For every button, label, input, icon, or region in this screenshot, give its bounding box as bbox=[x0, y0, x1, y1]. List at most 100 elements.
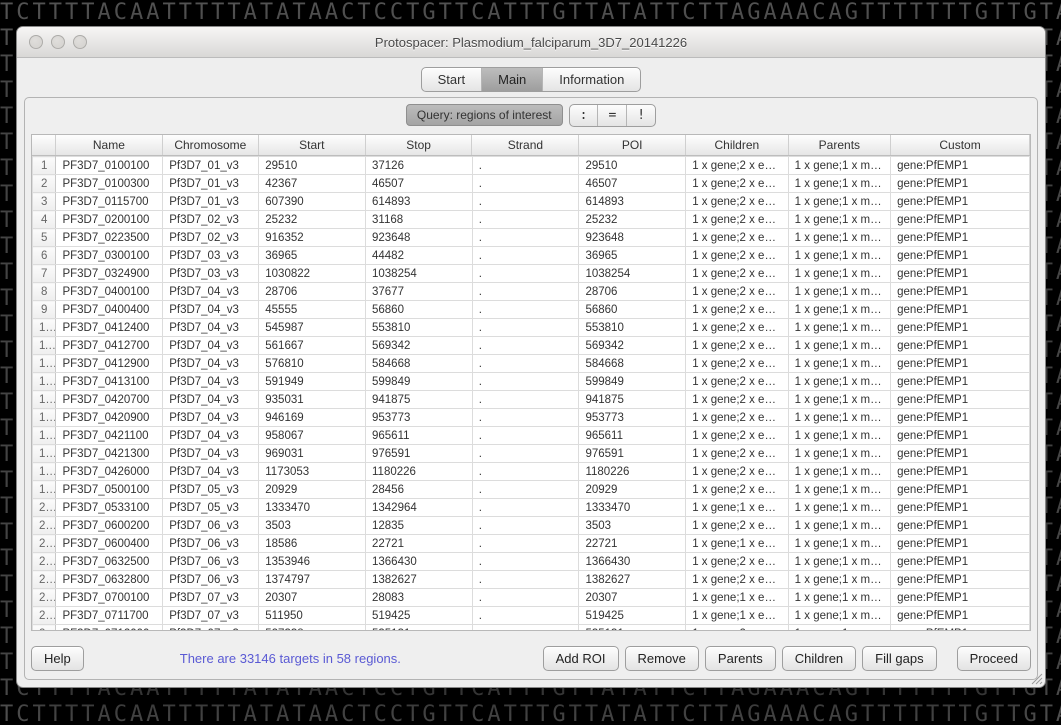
cell-children[interactable]: 1 x gene;2 x ex… bbox=[686, 157, 788, 175]
cell-poi[interactable]: 953773 bbox=[579, 409, 686, 427]
cell-poi[interactable]: 599849 bbox=[579, 373, 686, 391]
cell-chromosome[interactable]: Pf3D7_05_v3 bbox=[163, 499, 259, 517]
cell-custom[interactable]: gene:PfEMP1 bbox=[891, 337, 1030, 355]
children-button[interactable]: Children bbox=[782, 646, 856, 671]
cell-custom[interactable]: gene:PfEMP1 bbox=[891, 175, 1030, 193]
cell-stop[interactable]: 569342 bbox=[366, 337, 473, 355]
cell-chromosome[interactable]: Pf3D7_06_v3 bbox=[163, 517, 259, 535]
cell-parents[interactable]: 1 x gene;1 x mr… bbox=[788, 157, 890, 175]
cell-strand[interactable]: . bbox=[472, 175, 579, 193]
cell-chromosome[interactable]: Pf3D7_04_v3 bbox=[163, 319, 259, 337]
cell-strand[interactable]: . bbox=[472, 571, 579, 589]
col-custom[interactable]: Custom bbox=[891, 135, 1030, 156]
cell-poi[interactable]: 36965 bbox=[579, 247, 686, 265]
cell-children[interactable]: 1 x gene;2 x ex… bbox=[686, 571, 788, 589]
cell-parents[interactable]: 1 x gene;1 x mr… bbox=[788, 499, 890, 517]
cell-custom[interactable]: gene:PfEMP1 bbox=[891, 157, 1030, 175]
table-row[interactable]: 20PF3D7_0533100Pf3D7_05_v313334701342964… bbox=[33, 499, 1030, 517]
col-children[interactable]: Children bbox=[686, 135, 789, 156]
cell-custom[interactable]: gene:PfEMP1 bbox=[891, 625, 1030, 631]
cell-custom[interactable]: gene:PfEMP1 bbox=[891, 409, 1030, 427]
cell-parents[interactable]: 1 x gene;1 x mr… bbox=[788, 265, 890, 283]
proceed-button[interactable]: Proceed bbox=[957, 646, 1031, 671]
cell-stop[interactable]: 28456 bbox=[366, 481, 473, 499]
cell-stop[interactable]: 1180226 bbox=[366, 463, 473, 481]
cell-strand[interactable]: . bbox=[472, 517, 579, 535]
table-row[interactable]: 5PF3D7_0223500Pf3D7_02_v3916352923648.92… bbox=[33, 229, 1030, 247]
cell-strand[interactable]: . bbox=[472, 535, 579, 553]
cell-start[interactable]: 20929 bbox=[259, 481, 366, 499]
cell-chromosome[interactable]: Pf3D7_07_v3 bbox=[163, 589, 259, 607]
cell-start[interactable]: 969031 bbox=[259, 445, 366, 463]
cell-strand[interactable]: . bbox=[472, 427, 579, 445]
cell-start[interactable]: 958067 bbox=[259, 427, 366, 445]
cell-children[interactable]: 1 x gene;2 x ex… bbox=[686, 301, 788, 319]
col-start[interactable]: Start bbox=[258, 135, 365, 156]
table-row[interactable]: 10PF3D7_0412400Pf3D7_04_v3545987553810.5… bbox=[33, 319, 1030, 337]
cell-chromosome[interactable]: Pf3D7_05_v3 bbox=[163, 481, 259, 499]
cell-stop[interactable]: 1382627 bbox=[366, 571, 473, 589]
table-row[interactable]: 23PF3D7_0632500Pf3D7_06_v313539461366430… bbox=[33, 553, 1030, 571]
tab-start[interactable]: Start bbox=[422, 68, 481, 91]
cell-parents[interactable]: 1 x gene;1 x mr… bbox=[788, 391, 890, 409]
cell-custom[interactable]: gene:PfEMP1 bbox=[891, 589, 1030, 607]
cell-name[interactable]: PF3D7_0300100 bbox=[56, 247, 163, 265]
cell-stop[interactable]: 923648 bbox=[366, 229, 473, 247]
query-bang-button[interactable]: ! bbox=[626, 105, 655, 126]
tab-information[interactable]: Information bbox=[542, 68, 640, 91]
cell-name[interactable]: PF3D7_0711700 bbox=[56, 607, 163, 625]
cell-children[interactable]: 1 x gene;2 x ex… bbox=[686, 409, 788, 427]
table-row[interactable]: 25PF3D7_0700100Pf3D7_07_v32030728083.203… bbox=[33, 589, 1030, 607]
cell-name[interactable]: PF3D7_0400400 bbox=[56, 301, 163, 319]
tab-main[interactable]: Main bbox=[481, 68, 542, 91]
cell-start[interactable]: 45555 bbox=[259, 301, 366, 319]
cell-poi[interactable]: 25232 bbox=[579, 211, 686, 229]
cell-parents[interactable]: 1 x gene;1 x mr… bbox=[788, 373, 890, 391]
cell-stop[interactable]: 44482 bbox=[366, 247, 473, 265]
cell-custom[interactable]: gene:PfEMP1 bbox=[891, 247, 1030, 265]
cell-children[interactable]: 1 x gene;1 x ex… bbox=[686, 499, 788, 517]
col-stop[interactable]: Stop bbox=[365, 135, 472, 156]
cell-custom[interactable]: gene:PfEMP1 bbox=[891, 211, 1030, 229]
close-icon[interactable] bbox=[29, 35, 43, 49]
cell-chromosome[interactable]: Pf3D7_06_v3 bbox=[163, 535, 259, 553]
cell-poi[interactable]: 614893 bbox=[579, 193, 686, 211]
cell-strand[interactable]: . bbox=[472, 247, 579, 265]
cell-children[interactable]: 1 x gene;2 x ex… bbox=[686, 193, 788, 211]
cell-parents[interactable]: 1 x gene;1 x mr… bbox=[788, 175, 890, 193]
cell-name[interactable]: PF3D7_0712000 bbox=[56, 625, 163, 631]
cell-children[interactable]: 1 x gene;2 x ex… bbox=[686, 265, 788, 283]
table-row[interactable]: 27PF3D7_0712000Pf3D7_07_v3527338535131.5… bbox=[33, 625, 1030, 631]
cell-children[interactable]: 1 x gene;2 x ex… bbox=[686, 625, 788, 631]
cell-parents[interactable]: 1 x gene;1 x mr… bbox=[788, 535, 890, 553]
cell-strand[interactable]: . bbox=[472, 445, 579, 463]
cell-parents[interactable]: 1 x gene;1 x mr… bbox=[788, 283, 890, 301]
cell-chromosome[interactable]: Pf3D7_01_v3 bbox=[163, 175, 259, 193]
cell-custom[interactable]: gene:PfEMP1 bbox=[891, 301, 1030, 319]
cell-chromosome[interactable]: Pf3D7_04_v3 bbox=[163, 445, 259, 463]
col-chromosome[interactable]: Chromosome bbox=[162, 135, 258, 156]
cell-poi[interactable]: 29510 bbox=[579, 157, 686, 175]
table-row[interactable]: 17PF3D7_0421300Pf3D7_04_v3969031976591.9… bbox=[33, 445, 1030, 463]
cell-name[interactable]: PF3D7_0420700 bbox=[56, 391, 163, 409]
cell-stop[interactable]: 519425 bbox=[366, 607, 473, 625]
col-parents[interactable]: Parents bbox=[788, 135, 891, 156]
cell-stop[interactable]: 1038254 bbox=[366, 265, 473, 283]
cell-strand[interactable]: . bbox=[472, 391, 579, 409]
query-label[interactable]: Query: regions of interest bbox=[406, 104, 563, 126]
cell-start[interactable]: 1173053 bbox=[259, 463, 366, 481]
cell-parents[interactable]: 1 x gene;1 x mr… bbox=[788, 319, 890, 337]
cell-children[interactable]: 1 x gene;2 x ex… bbox=[686, 463, 788, 481]
table-row[interactable]: 21PF3D7_0600200Pf3D7_06_v3350312835.3503… bbox=[33, 517, 1030, 535]
cell-stop[interactable]: 976591 bbox=[366, 445, 473, 463]
cell-poi[interactable]: 1180226 bbox=[579, 463, 686, 481]
cell-name[interactable]: PF3D7_0600200 bbox=[56, 517, 163, 535]
cell-stop[interactable]: 28083 bbox=[366, 589, 473, 607]
cell-start[interactable]: 545987 bbox=[259, 319, 366, 337]
table-row[interactable]: 22PF3D7_0600400Pf3D7_06_v31858622721.227… bbox=[33, 535, 1030, 553]
cell-strand[interactable]: . bbox=[472, 355, 579, 373]
cell-poi[interactable]: 3503 bbox=[579, 517, 686, 535]
cell-stop[interactable]: 584668 bbox=[366, 355, 473, 373]
col-rownum[interactable] bbox=[32, 135, 55, 156]
table-row[interactable]: 13PF3D7_0413100Pf3D7_04_v3591949599849.5… bbox=[33, 373, 1030, 391]
